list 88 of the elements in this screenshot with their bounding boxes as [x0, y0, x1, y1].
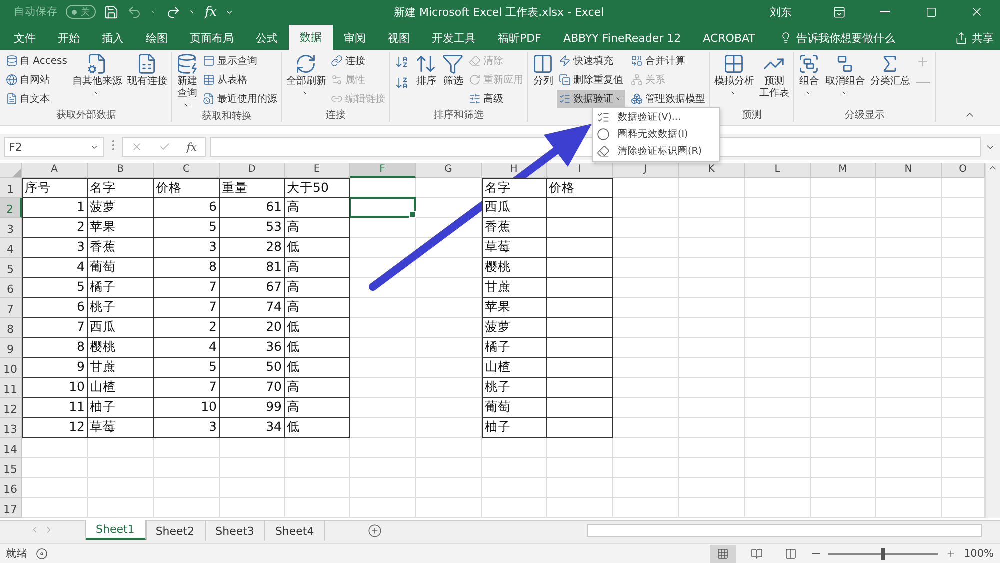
table-header-cell: 价格: [547, 178, 613, 198]
table-cell: 8: [154, 258, 220, 278]
table-cell: 67: [220, 278, 285, 298]
group-title: 获取外部数据: [56, 109, 117, 122]
table-header-cell: 大于50: [285, 178, 350, 198]
table-cell: 53: [220, 218, 285, 238]
table-cell: 桃子: [482, 378, 547, 398]
table-cell: 10: [22, 378, 88, 398]
table-cell: 高: [285, 378, 350, 398]
table-cell: 樱桃: [482, 258, 547, 278]
table-cell: 9: [22, 358, 88, 378]
table-cell: 草莓: [482, 238, 547, 258]
table-cell: 6: [22, 298, 88, 318]
table-cell: 橘子: [482, 338, 547, 358]
table-header-cell: 价格: [154, 178, 220, 198]
group-title: 分级显示: [844, 109, 885, 122]
table-cell: 高: [285, 258, 350, 278]
table-cell: 葡萄: [88, 258, 154, 278]
table-cell: 低: [285, 358, 350, 378]
table-cell: 3: [22, 238, 88, 258]
table-cell: 11: [22, 398, 88, 418]
table-cell: 4: [22, 258, 88, 278]
table-cell: 高: [285, 198, 350, 218]
table-cell: 3: [154, 418, 220, 438]
group-title: 预测: [742, 109, 762, 122]
table-cell: 5: [154, 218, 220, 238]
table-cell: 西瓜: [88, 318, 154, 338]
table-cell: 低: [285, 238, 350, 258]
table-cell: 低: [285, 338, 350, 358]
group-title: 获取和转换: [202, 110, 252, 123]
table-cell: 7: [22, 318, 88, 338]
table-cell: 高: [285, 278, 350, 298]
status-text: 就绪: [6, 547, 28, 561]
table-cell: 36: [220, 338, 285, 358]
table-cell: 20: [220, 318, 285, 338]
table-cell: 高: [285, 218, 350, 238]
table-cell: 50: [220, 358, 285, 378]
table-cell: 12: [22, 418, 88, 438]
table-cell: 柚子: [482, 418, 547, 438]
table-cell: 4: [154, 338, 220, 358]
window-title: 新建 Microsoft Excel 工作表.xlsx - Excel: [394, 4, 606, 20]
table-cell: 3: [154, 238, 220, 258]
table-cell: 低: [285, 418, 350, 438]
table-cell: 菠萝: [482, 318, 547, 338]
table-header-cell: 序号: [22, 178, 88, 198]
table-cell: 74: [220, 298, 285, 318]
table-cell: 桃子: [88, 298, 154, 318]
table-cell: 葡萄: [482, 398, 547, 418]
group-title: 排序和筛选: [434, 109, 484, 122]
table-cell: 西瓜: [482, 198, 547, 218]
table-cell: 高: [285, 398, 350, 418]
table-cell: 草莓: [88, 418, 154, 438]
table-cell: 苹果: [88, 218, 154, 238]
table-cell: 香蕉: [482, 218, 547, 238]
table-header-cell: 名字: [88, 178, 154, 198]
table-cell: 樱桃: [88, 338, 154, 358]
table-cell: 高: [285, 298, 350, 318]
table-cell: 8: [22, 338, 88, 358]
table-cell: 6: [154, 198, 220, 218]
table-cell: 2: [22, 218, 88, 238]
table-cell: 香蕉: [88, 238, 154, 258]
table-cell: 柚子: [88, 398, 154, 418]
table-cell: 2: [154, 318, 220, 338]
table-cell: 低: [285, 318, 350, 338]
table-cell: 甘蔗: [88, 358, 154, 378]
table-cell: 5: [22, 278, 88, 298]
table-cell: 61: [220, 198, 285, 218]
table-cell: 28: [220, 238, 285, 258]
table-cell: 苹果: [482, 298, 547, 318]
table-cell: 70: [220, 378, 285, 398]
table-cell: 橘子: [88, 278, 154, 298]
table-cell: 山楂: [88, 378, 154, 398]
table-cell: 7: [154, 378, 220, 398]
group-title: 连接: [326, 109, 346, 122]
table-header-cell: 名字: [482, 178, 547, 198]
table-cell: 甘蔗: [482, 278, 547, 298]
table-cell: 5: [154, 358, 220, 378]
table-cell: 10: [154, 398, 220, 418]
table-cell: 菠萝: [88, 198, 154, 218]
table-cell: 7: [154, 298, 220, 318]
table-cell: 7: [154, 278, 220, 298]
table-header-cell: 重量: [220, 178, 285, 198]
table-cell: 81: [220, 258, 285, 278]
table-cell: 99: [220, 398, 285, 418]
table-cell: 34: [220, 418, 285, 438]
table-cell: 山楂: [482, 358, 547, 378]
table-cell: 1: [22, 198, 88, 218]
autosave-label: 自动保存: [14, 5, 58, 19]
